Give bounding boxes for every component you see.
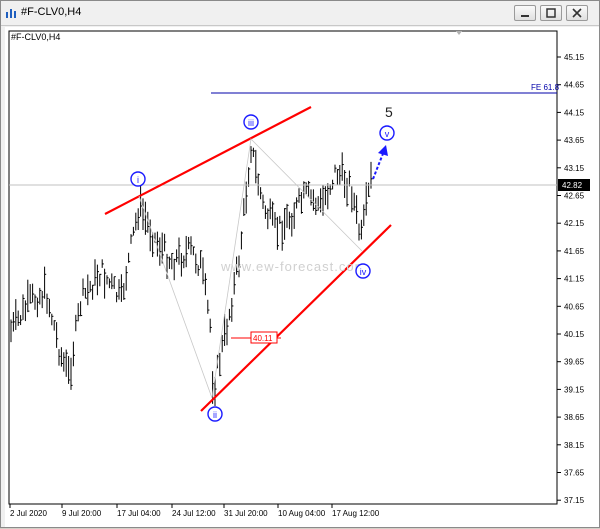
current-price-label: 42.82 — [562, 181, 583, 190]
y-tick-label: 41.15 — [564, 275, 585, 284]
y-tick-label: 45.15 — [564, 53, 585, 62]
chart-shift-marker — [456, 31, 462, 35]
wave-ii-text: ii — [213, 410, 217, 420]
wave-iii-text: iii — [248, 118, 254, 128]
projection-arrow-head — [378, 145, 388, 156]
y-tick-label: 38.65 — [564, 413, 585, 422]
x-tick-label: 2 Jul 2020 — [10, 509, 47, 518]
x-tick-label: 9 Jul 20:00 — [62, 509, 102, 518]
watermark: www.ew-forecast.com — [220, 259, 366, 274]
y-tick-label: 39.15 — [564, 385, 585, 394]
x-tick-label: 17 Jul 04:00 — [117, 509, 161, 518]
fe-618-label: FE 61.8 — [531, 83, 560, 92]
y-tick-label: 38.15 — [564, 441, 585, 450]
x-tick-label: 17 Aug 12:00 — [332, 509, 380, 518]
y-tick-label: 44.15 — [564, 108, 585, 117]
wave-label-iii: iii — [243, 114, 259, 130]
wave-label-i: i — [130, 171, 146, 187]
y-tick-label: 43.65 — [564, 136, 585, 145]
y-axis: 45.15 44.65 44.15 43.65 43.15 42.65 42.15 41.65… — [557, 53, 585, 505]
y-tick-label: 43.15 — [564, 164, 585, 173]
wave-iv-text: iv — [360, 267, 367, 277]
y-tick-label: 40.65 — [564, 302, 585, 311]
wave-label-iv: iv — [355, 263, 371, 279]
y-tick-label: 41.65 — [564, 247, 585, 256]
wave-v-text: v — [385, 129, 390, 139]
projection-arrow — [372, 150, 385, 180]
y-tick-label: 44.65 — [564, 81, 585, 90]
y-tick-label: 37.65 — [564, 469, 585, 478]
x-tick-label: 24 Jul 12:00 — [172, 509, 216, 518]
y-tick-label: 39.65 — [564, 358, 585, 367]
y-tick-label: 40.15 — [564, 330, 585, 339]
wave-label-v: v — [379, 125, 395, 141]
chart-window: #F-CLV0,H4 #F-CLV0,H4 45.15 44.65 44.15 43.… — [0, 0, 600, 528]
wave-i-text: i — [137, 175, 139, 185]
x-axis: 2 Jul 2020 9 Jul 20:00 17 Jul 04:00 24 Jul … — [9, 504, 380, 518]
upper-channel-line — [104, 106, 312, 215]
x-tick-label: 10 Aug 04:00 — [278, 509, 326, 518]
wave-5-label: 5 — [385, 104, 393, 120]
wave-label-ii: ii — [207, 406, 223, 422]
y-tick-label: 42.15 — [564, 219, 585, 228]
y-tick-label: 37.15 — [564, 496, 585, 505]
x-tick-label: 31 Jul 20:00 — [224, 509, 268, 518]
box-level-label: 40.11 — [253, 334, 273, 343]
price-chart[interactable]: 45.15 44.65 44.15 43.65 43.15 42.65 42.15 41.65… — [1, 1, 600, 529]
y-tick-label: 42.65 — [564, 192, 585, 201]
